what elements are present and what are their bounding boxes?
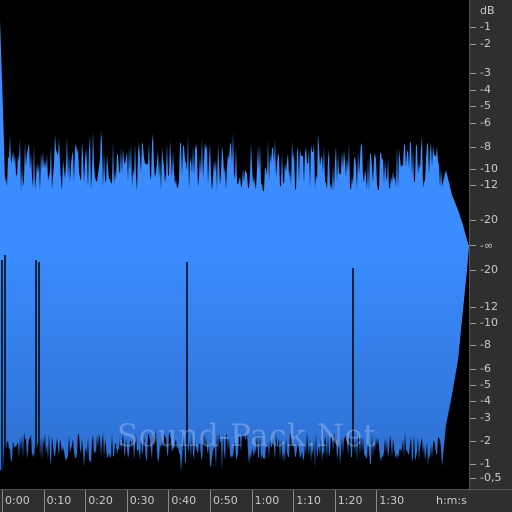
time-unit-label: h:m:s [436, 494, 467, 507]
db-tick [470, 478, 476, 479]
db-tick [470, 220, 476, 221]
time-tick [293, 490, 295, 512]
db-tick [470, 307, 476, 308]
db-tick [470, 90, 476, 91]
db-label: -3 [480, 411, 491, 424]
db-tick [470, 385, 476, 386]
db-label: -8 [480, 338, 491, 351]
time-tick [168, 490, 170, 512]
db-tick [470, 27, 476, 28]
time-ruler[interactable]: 0:00 0:10 0:20 0:30 0:40 0:50 1:00 1:10 1:20 1:30… [0, 489, 512, 512]
waveform-shape [0, 20, 469, 473]
time-tick [376, 490, 378, 512]
db-tick [470, 73, 476, 74]
db-label: -1 [480, 20, 491, 33]
db-label: -1 [480, 457, 491, 470]
db-label: -3 [480, 66, 491, 79]
db-label: -6 [480, 362, 491, 375]
db-label: -8 [480, 140, 491, 153]
db-tick [470, 323, 476, 324]
time-label: 0:30 [129, 494, 155, 507]
db-label: -10 [480, 162, 498, 175]
db-tick [470, 123, 476, 124]
db-label: -20 [480, 213, 498, 226]
time-label: 0:00 [5, 494, 30, 507]
db-tick [470, 464, 476, 465]
db-center-tick [470, 245, 476, 246]
db-label: -2 [480, 37, 491, 50]
waveform-canvas[interactable] [0, 0, 469, 489]
time-label: 1:20 [337, 494, 363, 507]
time-tick [2, 490, 3, 512]
db-tick [470, 185, 476, 186]
db-tick [470, 169, 476, 170]
db-label: -12 [480, 300, 498, 313]
db-tick [470, 106, 476, 107]
watermark-text: Sound-Pack.Net [117, 418, 377, 454]
db-tick [470, 441, 476, 442]
waveform-svg[interactable] [0, 0, 469, 489]
db-center-label: -∞ [480, 239, 494, 252]
db-label: -2 [480, 434, 491, 447]
db-unit-label: dB [480, 4, 495, 17]
db-label: -4 [480, 83, 491, 96]
time-label: 0:50 [213, 494, 238, 507]
db-tick [470, 418, 476, 419]
db-tick [470, 270, 476, 271]
time-label: 0:10 [46, 494, 72, 507]
time-tick [334, 490, 336, 512]
time-label: 0:40 [171, 494, 197, 507]
db-label: -6 [480, 116, 491, 129]
db-tick [470, 401, 476, 402]
db-label: -20 [480, 263, 498, 276]
db-label: -10 [480, 316, 498, 329]
time-tick [251, 490, 253, 512]
db-scale-ruler: dB -1 -2 -3 -4 -5 -6 -8 -10 -12 -20 -∞ -20 -12 -10 -… [469, 0, 512, 489]
time-label: 1:00 [254, 494, 280, 507]
db-tick [470, 369, 476, 370]
db-tick [470, 147, 476, 148]
time-label: 1:30 [379, 494, 405, 507]
db-tick [470, 44, 476, 45]
time-tick [43, 490, 45, 512]
db-label: -0,5 [480, 471, 502, 484]
time-label: 0:20 [88, 494, 113, 507]
time-tick [210, 490, 211, 512]
db-label: -5 [480, 99, 491, 112]
db-label: -12 [480, 178, 498, 191]
time-tick [85, 490, 87, 512]
time-tick [126, 490, 128, 512]
db-label: -5 [480, 378, 491, 391]
time-label: 1:10 [296, 494, 321, 507]
db-label: -4 [480, 394, 491, 407]
db-tick [470, 345, 476, 346]
